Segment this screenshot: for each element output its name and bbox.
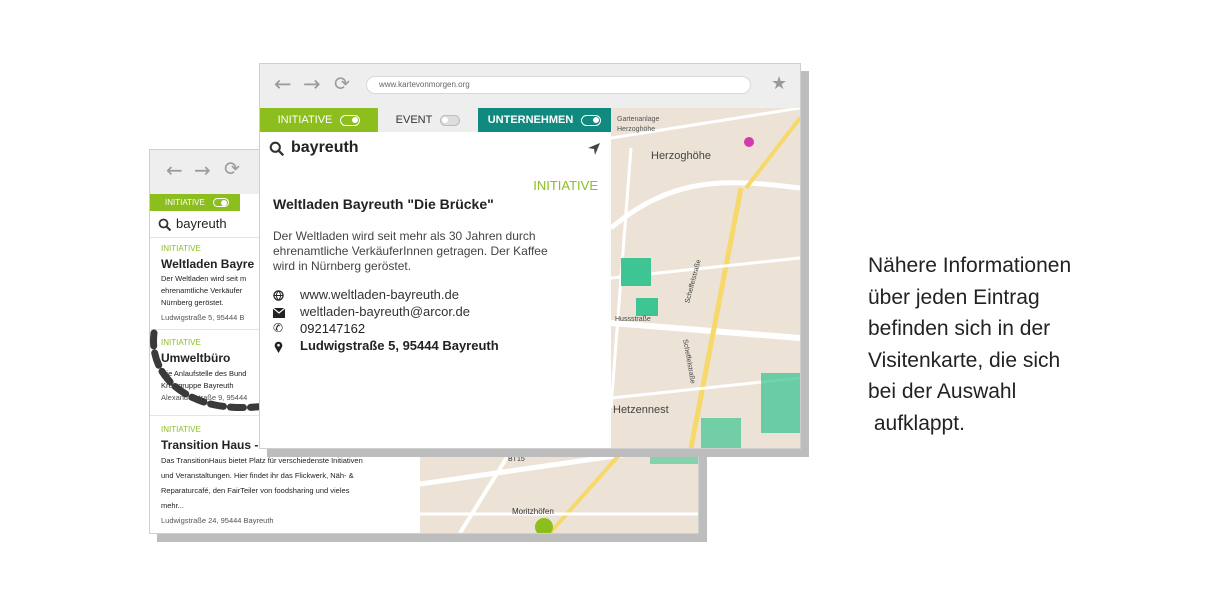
front-search-bar[interactable]: bayreuth — [260, 132, 611, 167]
globe-icon — [273, 290, 284, 301]
toggle-icon[interactable] — [340, 114, 361, 126]
toggle-icon[interactable] — [212, 198, 229, 207]
front-browser-toolbar: ← → ⟳ www.kartevonmorgen.org ★ — [260, 64, 800, 109]
card-title: Weltladen Bayreuth "Die Brücke" — [273, 196, 494, 212]
caption-line: Visitenkarte, die sich — [868, 348, 1061, 372]
caption-line: Nähere Informationen — [868, 254, 1072, 277]
result-description: Nürnberg geröstet. — [161, 298, 224, 307]
card-description: wird in Nürnberg geröstet. — [273, 259, 412, 273]
tab-initiative-label: INITIATIVE — [277, 114, 333, 126]
map-label: BT15 — [508, 456, 525, 463]
result-description: Der Weltladen wird seit m — [161, 274, 247, 283]
card-description: ehrenamtliche VerkäuferInnen getragen. D… — [273, 244, 548, 258]
toggle-icon[interactable] — [581, 114, 602, 126]
search-icon — [158, 218, 172, 232]
tab-unternehmen-label: UNTERNEHMEN — [487, 114, 574, 126]
result-title: Weltladen Bayre — [161, 257, 255, 271]
address-bar[interactable]: www.kartevonmorgen.org — [366, 76, 751, 94]
tab-event-label: EVENT — [395, 114, 433, 126]
caption-line: über jeden Eintrag — [868, 285, 1040, 309]
card-description: Der Weltladen wird seit mehr als 30 Jahr… — [273, 229, 536, 243]
map-label: Moritzhöfen — [512, 507, 554, 516]
back-search-input[interactable]: bayreuth — [176, 216, 227, 231]
reload-icon[interactable]: ⟳ — [224, 158, 240, 180]
back-tab-initiative-label: INITIATIVE — [165, 198, 205, 207]
forward-arrow-icon[interactable]: → — [194, 158, 211, 182]
envelope-icon — [273, 308, 285, 318]
forward-arrow-icon[interactable]: → — [303, 72, 321, 96]
result-description: Reparaturcafé, den FairTeiler von foodsh… — [161, 486, 350, 495]
reload-icon[interactable]: ⟳ — [334, 73, 350, 95]
result-description: mehr... — [161, 501, 184, 510]
front-map[interactable]: Gartenanlage Herzoghöhe Herzoghöhe Schef… — [611, 108, 800, 448]
result-address: Ludwigstraße 5, 95444 B — [161, 313, 245, 322]
tab-event[interactable]: EVENT — [378, 108, 478, 132]
toggle-icon[interactable] — [440, 114, 461, 126]
map-label: Hetzennest — [613, 404, 669, 416]
back-arrow-icon[interactable]: ← — [166, 158, 183, 182]
back-arrow-icon[interactable]: ← — [274, 72, 292, 96]
result-category: INITIATIVE — [161, 425, 201, 434]
result-description: und Veranstaltungen. Hier findet ihr das… — [161, 471, 354, 480]
back-tab-initiative[interactable]: INITIATIVE — [150, 194, 240, 211]
card-category: INITIATIVE — [533, 178, 598, 193]
map-label: Herzoghöhe — [651, 150, 711, 162]
caption: Nähere Informationen über jeden Eintrag … — [868, 250, 1071, 439]
caption-line: bei der Auswahl — [868, 380, 1017, 403]
map-pin-icon — [274, 341, 283, 353]
caption-line: befinden sich in der — [868, 317, 1051, 340]
result-address: Ludwigstraße 24, 95444 Bayreuth — [161, 516, 274, 525]
phone-icon: ✆ — [273, 321, 284, 335]
card-email[interactable]: weltladen-bayreuth@arcor.de — [300, 304, 470, 319]
result-category: INITIATIVE — [161, 244, 201, 253]
tab-initiative[interactable]: INITIATIVE — [260, 108, 378, 132]
entry-card: INITIATIVE Weltladen Bayreuth "Die Brück… — [260, 166, 611, 448]
locate-icon[interactable] — [587, 142, 601, 156]
tab-unternehmen[interactable]: UNTERNEHMEN — [478, 108, 611, 132]
caption-line: aufklappt. — [868, 411, 965, 435]
map-label: Gartenanlage — [617, 116, 660, 123]
map-marker-icon[interactable] — [535, 518, 553, 533]
card-address: Ludwigstraße 5, 95444 Bayreuth — [300, 338, 499, 353]
result-description: Das TransitionHaus bietet Platz für vers… — [161, 456, 363, 465]
address-bar-url: www.kartevonmorgen.org — [379, 80, 470, 89]
search-icon — [269, 141, 285, 157]
card-phone[interactable]: 092147162 — [300, 321, 365, 336]
front-browser-window: ← → ⟳ www.kartevonmorgen.org ★ Gartenanl… — [259, 63, 801, 449]
result-description: ehrenamtliche Verkäufer — [161, 286, 243, 295]
front-search-input[interactable]: bayreuth — [291, 139, 359, 157]
card-website[interactable]: www.weltladen-bayreuth.de — [300, 287, 459, 302]
map-label: Hussstraße — [615, 316, 651, 323]
bookmark-star-icon[interactable]: ★ — [771, 73, 787, 94]
map-label: Herzoghöhe — [617, 126, 656, 133]
category-tabs: INITIATIVE EVENT UNTERNEHMEN — [260, 108, 611, 132]
